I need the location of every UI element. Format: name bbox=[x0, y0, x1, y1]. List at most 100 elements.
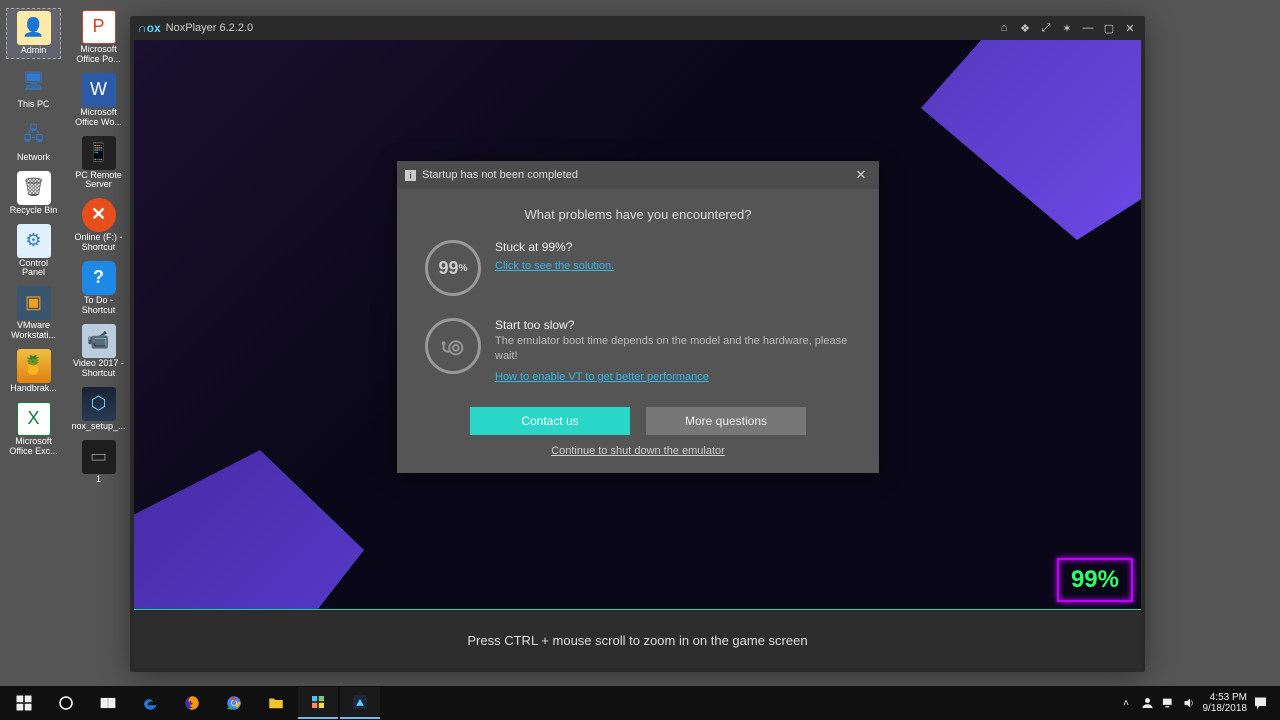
desktop-icon[interactable]: ⚙Control Panel bbox=[6, 222, 61, 281]
dialog-title: Startup has not been completed bbox=[422, 169, 578, 181]
vt-link[interactable]: How to enable VT to get better performan… bbox=[495, 371, 709, 383]
icon-label: Handbrak... bbox=[10, 384, 57, 394]
icon-image: 👤 bbox=[17, 11, 51, 45]
desktop-icon[interactable]: 🖥This PC bbox=[6, 63, 61, 112]
contact-us-button[interactable]: Contact us bbox=[470, 407, 630, 435]
people-icon[interactable] bbox=[1140, 696, 1155, 711]
minimize-icon[interactable]: — bbox=[1079, 19, 1097, 37]
icon-image: 📱 bbox=[82, 136, 116, 170]
footer-hint: Press CTRL + mouse scroll to zoom in on … bbox=[467, 633, 807, 648]
icon-label: To Do - Shortcut bbox=[73, 296, 124, 316]
background-shape bbox=[921, 40, 1141, 240]
icon-image: 📹 bbox=[82, 324, 116, 358]
background-shape bbox=[134, 450, 364, 610]
icon-label: PC Remote Server bbox=[73, 171, 124, 191]
icon-label: Microsoft Office Wo... bbox=[73, 108, 124, 128]
clock[interactable]: 4:53 PM 9/18/2018 bbox=[1203, 692, 1248, 714]
icon-label: Online (F:) - Shortcut bbox=[73, 233, 124, 253]
icon-image: 🗑 bbox=[17, 171, 51, 205]
icon-image: W bbox=[82, 73, 116, 107]
desktop-icon[interactable]: 📹Video 2017 - Shortcut bbox=[71, 322, 126, 381]
nox-taskbar-button[interactable] bbox=[340, 687, 380, 719]
nox-footer: Press CTRL + mouse scroll to zoom in on … bbox=[134, 612, 1141, 668]
nox-window: ∩ox NoxPlayer 6.2.2.0 ⌂ ❖ ⤢ ✶ — ▢ ✕ 99% … bbox=[130, 16, 1145, 672]
task-view-button[interactable] bbox=[88, 687, 128, 719]
nox-title: NoxPlayer 6.2.2.0 bbox=[166, 22, 253, 34]
network-tray-icon[interactable] bbox=[1161, 696, 1176, 711]
theme-icon[interactable]: ❖ bbox=[1016, 19, 1034, 37]
tray-up-icon[interactable]: ˄ bbox=[1119, 696, 1134, 711]
icon-label: Admin bbox=[21, 46, 47, 56]
icon-label: Microsoft Office Exc... bbox=[8, 437, 59, 457]
slow-section: Start too slow? The emulator boot time d… bbox=[425, 318, 851, 385]
icon-image: ⬡ bbox=[82, 387, 116, 421]
icon-image: ✕ bbox=[82, 198, 116, 232]
start-button[interactable] bbox=[4, 687, 44, 719]
desktop-icon[interactable]: PMicrosoft Office Po... bbox=[71, 8, 126, 67]
info-icon: i bbox=[405, 170, 416, 181]
desktop-icon[interactable]: WMicrosoft Office Wo... bbox=[71, 71, 126, 130]
dialog-question: What problems have you encountered? bbox=[425, 207, 851, 222]
settings-icon[interactable]: ✶ bbox=[1058, 19, 1076, 37]
market-icon[interactable]: ⌂ bbox=[995, 19, 1013, 37]
nox-titlebar[interactable]: ∩ox NoxPlayer 6.2.2.0 ⌂ ❖ ⤢ ✶ — ▢ ✕ bbox=[130, 16, 1145, 40]
icon-label: Video 2017 - Shortcut bbox=[73, 359, 124, 379]
icon-label: Network bbox=[17, 153, 50, 163]
desktop-icon[interactable]: XMicrosoft Office Exc... bbox=[6, 400, 61, 459]
shutdown-link[interactable]: Continue to shut down the emulator bbox=[425, 445, 851, 457]
file-explorer-button[interactable] bbox=[256, 687, 296, 719]
maximize-icon[interactable]: ▢ bbox=[1100, 19, 1118, 37]
icon-image: P bbox=[82, 10, 116, 44]
icon-image: X bbox=[17, 402, 51, 436]
loading-progress: 99% bbox=[1057, 558, 1133, 602]
icon-label: VMware Workstati... bbox=[8, 321, 59, 341]
icon-image: ? bbox=[82, 261, 116, 295]
system-tray: ˄ 4:53 PM 9/18/2018 bbox=[1119, 692, 1277, 714]
chrome-button[interactable] bbox=[214, 687, 254, 719]
desktop-icon[interactable]: 📱PC Remote Server bbox=[71, 134, 126, 193]
icon-label: 1 bbox=[96, 475, 101, 485]
cortana-button[interactable] bbox=[46, 687, 86, 719]
dialog-titlebar[interactable]: i Startup has not been completed ✕ bbox=[397, 161, 879, 189]
slow-title: Start too slow? bbox=[495, 318, 851, 332]
icon-image: 🍍 bbox=[17, 349, 51, 383]
desktop-icon[interactable]: ▣VMware Workstati... bbox=[6, 284, 61, 343]
desktop-icon[interactable]: ⬡nox_setup_... bbox=[71, 385, 126, 434]
icon-image: 🖥 bbox=[17, 65, 51, 99]
dialog-close-icon[interactable]: ✕ bbox=[851, 165, 871, 185]
nox-logo: ∩ox bbox=[138, 21, 161, 35]
taskbar: ˄ 4:53 PM 9/18/2018 bbox=[0, 686, 1280, 720]
desktop-icon[interactable]: 🍍Handbrak... bbox=[6, 347, 61, 396]
svg-text:i: i bbox=[409, 171, 411, 180]
startup-dialog: i Startup has not been completed ✕ What … bbox=[397, 161, 879, 473]
percent-circle-icon: 99% bbox=[425, 240, 481, 296]
icon-image: ▣ bbox=[17, 286, 51, 320]
desktop-icons: 👤Admin🖥This PC🖧Network🗑Recycle Bin⚙Contr… bbox=[6, 8, 126, 486]
icon-label: Microsoft Office Po... bbox=[73, 45, 124, 65]
stuck-solution-link[interactable]: Click to see the solution. bbox=[495, 260, 614, 272]
edge-button[interactable] bbox=[130, 687, 170, 719]
desktop-icon[interactable]: 👤Admin bbox=[6, 8, 61, 59]
firefox-button[interactable] bbox=[172, 687, 212, 719]
desktop-icon[interactable]: 🗑Recycle Bin bbox=[6, 169, 61, 218]
icon-label: Control Panel bbox=[8, 259, 59, 279]
more-questions-button[interactable]: More questions bbox=[646, 407, 806, 435]
desktop-icon[interactable]: ✕Online (F:) - Shortcut bbox=[71, 196, 126, 255]
stuck-section: 99% Stuck at 99%? Click to see the solut… bbox=[425, 240, 851, 296]
snail-icon bbox=[425, 318, 481, 374]
icon-label: nox_setup_... bbox=[71, 422, 125, 432]
close-icon[interactable]: ✕ bbox=[1121, 19, 1139, 37]
stuck-title: Stuck at 99%? bbox=[495, 240, 614, 254]
icon-image: 🖧 bbox=[17, 118, 51, 152]
icon-label: Recycle Bin bbox=[10, 206, 58, 216]
desktop-icon[interactable]: ?To Do - Shortcut bbox=[71, 259, 126, 318]
desktop-icon[interactable]: ▭1 bbox=[71, 438, 126, 487]
desktop-icon[interactable]: 🖧Network bbox=[6, 116, 61, 165]
icon-image: ⚙ bbox=[17, 224, 51, 258]
action-center-icon[interactable] bbox=[1253, 696, 1268, 711]
volume-icon[interactable] bbox=[1182, 696, 1197, 711]
filmora-button[interactable] bbox=[298, 687, 338, 719]
progress-bar bbox=[134, 609, 1141, 610]
slow-desc: The emulator boot time depends on the mo… bbox=[495, 334, 851, 364]
fullscreen-icon[interactable]: ⤢ bbox=[1037, 19, 1055, 37]
